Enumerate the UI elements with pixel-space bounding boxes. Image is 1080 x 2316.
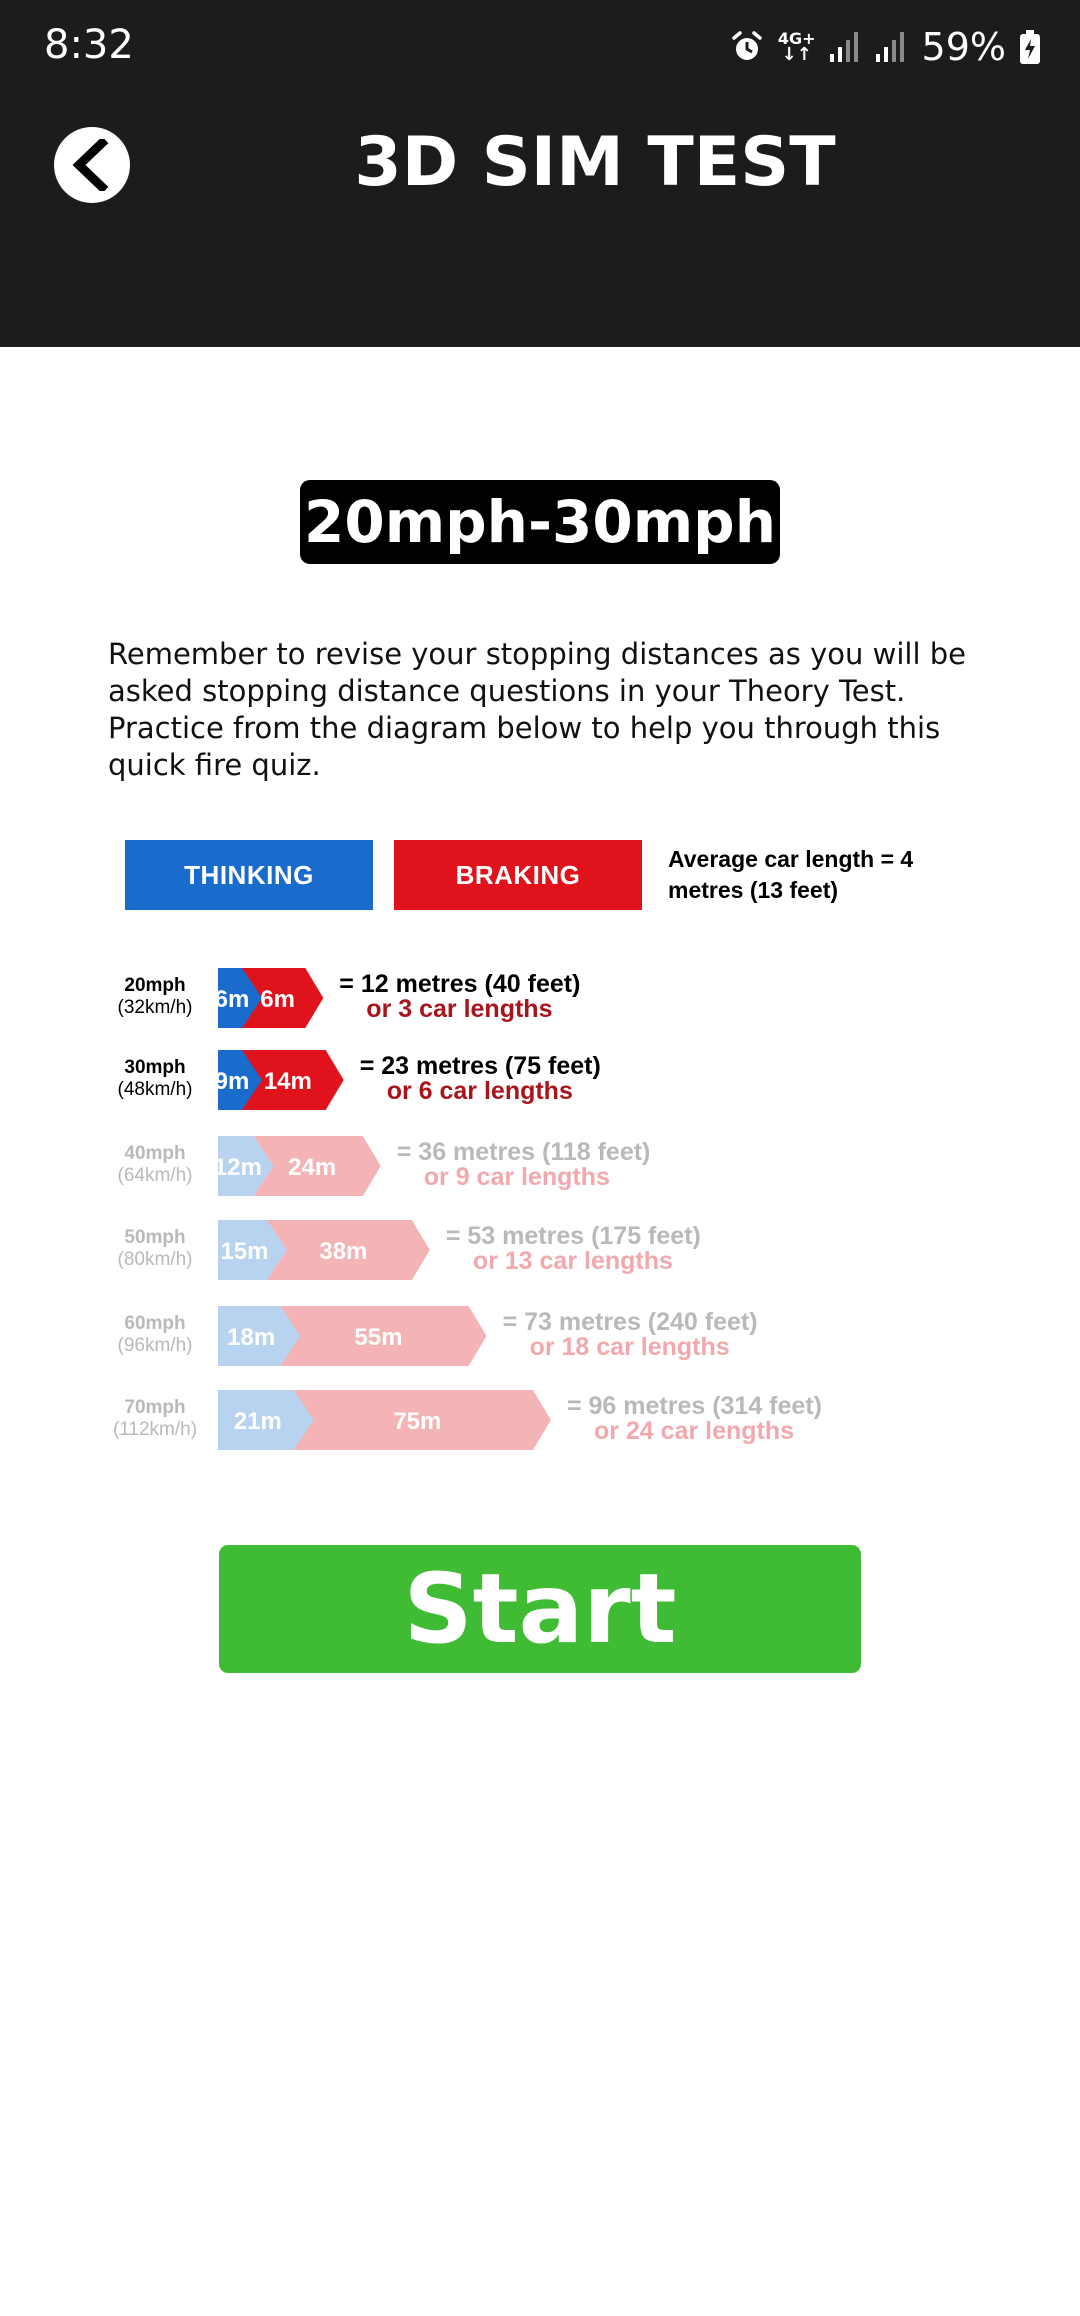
row-bars: 18m 55m (218, 1306, 487, 1366)
row-total-distance: = 23 metres (75 feet) or 6 car lengths (360, 1054, 601, 1104)
start-button[interactable]: Start (219, 1545, 861, 1673)
signal-icon (829, 32, 858, 62)
row-bars: 9m 14m (215, 1050, 344, 1110)
row-car-lengths: or 13 car lengths (472, 1247, 673, 1275)
row-car-lengths: or 6 car lengths (386, 1077, 573, 1105)
thinking-distance-value: 15m (220, 1238, 268, 1265)
thinking-distance-value: 12m (214, 1154, 262, 1181)
braking-distance-value: 38m (319, 1238, 367, 1265)
row-total-metres: = 53 metres (175 feet) (445, 1222, 701, 1250)
row-bars: 12m 24m (214, 1136, 381, 1196)
row-total-metres: = 73 metres (240 feet) (502, 1308, 758, 1336)
legend-thinking-distance: THINKING DISTANCE (125, 840, 373, 960)
thinking-distance-value: 21m (234, 1408, 282, 1435)
alarm-icon (732, 31, 762, 60)
braking-distance-value: 24m (288, 1154, 336, 1181)
thinking-distance-value: 6m (215, 986, 250, 1013)
row-total-metres: = 23 metres (75 feet) (359, 1052, 601, 1080)
row-car-lengths: or 24 car lengths (593, 1417, 795, 1445)
row-total-metres: = 12 metres (40 feet) (339, 970, 581, 998)
row-total-distance: = 12 metres (40 feet) or 3 car lengths (339, 972, 580, 1022)
status-time: 8:32 (44, 22, 134, 68)
legend-braking-distance: BRAKING DISTANCE (394, 840, 642, 960)
legend-car-length-note: Average car length = 4 metres (13 feet) (668, 846, 914, 903)
network-indicator: 4G+ ↓↑ (778, 31, 816, 65)
braking-distance-value: 55m (354, 1324, 402, 1351)
battery-charging-icon (1020, 30, 1040, 64)
row-car-lengths: or 3 car lengths (366, 995, 553, 1023)
page-title: 3D SIM TEST (354, 123, 836, 202)
top-bar: 8:32 4G+ ↓↑ 59% 3D SIM TEST (0, 0, 1080, 347)
intro-paragraph: Remember to revise your stopping distanc… (108, 637, 966, 782)
row-total-distance: = 36 metres (118 feet) or 9 car lengths (397, 1140, 651, 1190)
row-total-metres: = 96 metres (314 feet) (566, 1392, 822, 1420)
thinking-distance-value: 9m (215, 1068, 250, 1095)
row-bars: 6m 6m (215, 968, 324, 1028)
data-arrows-icon: ↓↑ (781, 44, 812, 65)
braking-distance-value: 14m (264, 1068, 312, 1095)
row-total-distance: = 73 metres (240 feet) or 18 car lengths (503, 1310, 758, 1360)
status-icons: 4G+ ↓↑ 59% (730, 22, 1040, 72)
app-root: 8:32 4G+ ↓↑ 59% 3D SIM TEST 20mph-30mph … (0, 0, 1080, 2316)
row-car-lengths: or 18 car lengths (529, 1333, 730, 1361)
row-bars: 15m 38m (218, 1220, 430, 1280)
braking-distance-value: 6m (260, 986, 295, 1013)
row-car-lengths: or 9 car lengths (423, 1163, 610, 1191)
speed-range-badge: 20mph-30mph (300, 480, 780, 564)
row-total-distance: = 96 metres (314 feet) or 24 car lengths (567, 1394, 822, 1444)
thinking-distance-value: 18m (227, 1324, 275, 1351)
signal-icon-2 (875, 32, 904, 62)
battery-percent: 59% (921, 25, 1006, 69)
braking-distance-value: 75m (393, 1408, 441, 1435)
row-total-distance: = 53 metres (175 feet) or 13 car lengths (446, 1224, 701, 1274)
row-bars: 21m 75m (218, 1390, 551, 1450)
stopping-distance-diagram: THINKING DISTANCE BRAKING DISTANCE Avera… (100, 828, 980, 1468)
row-total-metres: = 36 metres (118 feet) (396, 1138, 651, 1166)
